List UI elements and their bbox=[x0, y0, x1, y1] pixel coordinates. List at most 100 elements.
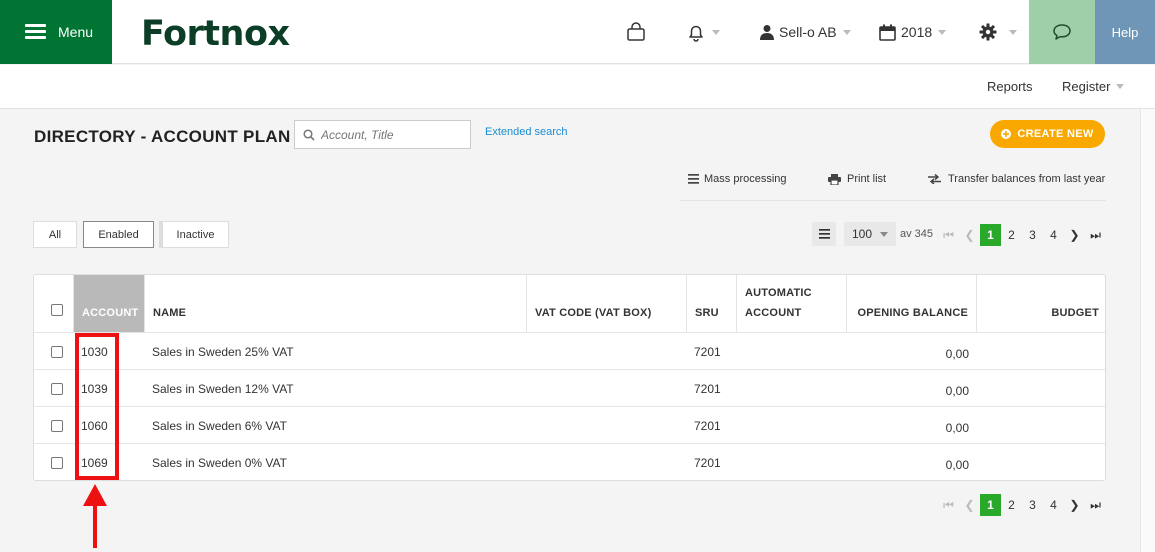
page-1-button[interactable]: 1 bbox=[980, 494, 1001, 516]
chevron-down-icon bbox=[880, 231, 889, 237]
header-name-label: NAME bbox=[153, 307, 187, 319]
company-name: Sell-o AB bbox=[779, 24, 837, 40]
next-page-icon[interactable]: ❯ bbox=[1064, 224, 1085, 246]
print-list-link[interactable]: Print list bbox=[828, 173, 886, 185]
help-button[interactable]: Help bbox=[1095, 0, 1155, 64]
header-vat-code-label: VAT CODE (VAT BOX) bbox=[535, 307, 652, 319]
shopping-bag-icon bbox=[627, 22, 645, 41]
header-account[interactable]: ACCOUNT bbox=[74, 275, 145, 332]
row-checkbox[interactable] bbox=[51, 457, 63, 469]
per-page-select[interactable]: 100 bbox=[844, 222, 896, 246]
sru-value: 7201 bbox=[694, 419, 721, 433]
print-list-label: Print list bbox=[847, 173, 887, 185]
chat-bubble-icon bbox=[1053, 24, 1071, 40]
header-automatic-label: AUTOMATIC bbox=[745, 287, 812, 299]
next-page-icon[interactable]: ❯ bbox=[1064, 494, 1085, 516]
opening-balance: 0,00 bbox=[945, 384, 969, 398]
shopping-bag-button[interactable] bbox=[626, 0, 646, 64]
page-2-button[interactable]: 2 bbox=[1001, 494, 1022, 516]
chat-button[interactable] bbox=[1029, 0, 1095, 64]
search-field[interactable] bbox=[294, 120, 471, 149]
list-icon bbox=[818, 229, 830, 239]
table-row[interactable]: 1030 Sales in Sweden 25% VAT 7201 0,00 bbox=[34, 332, 1105, 369]
transfer-balances-label: Transfer balances from last year bbox=[948, 173, 1106, 185]
account-name: Sales in Sweden 12% VAT bbox=[152, 382, 294, 396]
header-budget[interactable]: BUDGET bbox=[977, 275, 1105, 332]
list-view-button[interactable] bbox=[812, 222, 836, 246]
page-1-button[interactable]: 1 bbox=[980, 224, 1001, 246]
accounts-table: ACCOUNT NAME VAT CODE (VAT BOX) SRU AUTO… bbox=[33, 274, 1106, 481]
header-sru-label: SRU bbox=[695, 307, 719, 319]
last-page-icon[interactable]: ⏭ bbox=[1085, 494, 1106, 516]
create-new-button[interactable]: CREATE NEW bbox=[990, 120, 1105, 148]
total-count: av 345 bbox=[900, 228, 934, 240]
page-title: DIRECTORY - ACCOUNT PLAN bbox=[34, 127, 291, 146]
first-page-icon[interactable]: ⏮ bbox=[938, 224, 959, 246]
plus-icon bbox=[1001, 129, 1012, 139]
header-opening-balance-label: OPENING BALANCE bbox=[857, 307, 968, 319]
prev-page-icon[interactable]: ❮ bbox=[959, 224, 980, 246]
first-page-icon[interactable]: ⏮ bbox=[938, 494, 959, 516]
select-all-checkbox[interactable] bbox=[51, 304, 63, 316]
prev-page-icon[interactable]: ❮ bbox=[959, 494, 980, 516]
page-4-button[interactable]: 4 bbox=[1043, 494, 1064, 516]
company-selector[interactable]: Sell-o AB bbox=[760, 0, 851, 64]
extended-search-link[interactable]: Extended search bbox=[485, 126, 568, 138]
transfer-arrows-icon bbox=[928, 174, 941, 184]
transfer-balances-link[interactable]: Transfer balances from last year bbox=[928, 173, 1105, 185]
page-3-button[interactable]: 3 bbox=[1022, 494, 1043, 516]
user-icon bbox=[760, 25, 774, 40]
filter-inactive-button[interactable]: Inactive bbox=[159, 221, 229, 248]
header-automatic-account[interactable]: AUTOMATIC ACCOUNT bbox=[737, 275, 847, 332]
last-page-icon[interactable]: ⏭ bbox=[1085, 224, 1106, 246]
chevron-down-icon bbox=[1009, 29, 1017, 35]
secondary-nav: Reports Register bbox=[0, 65, 1155, 109]
vertical-scrollbar[interactable] bbox=[1140, 109, 1155, 552]
header-sru[interactable]: SRU bbox=[687, 275, 737, 332]
hamburger-icon bbox=[25, 24, 46, 40]
sru-value: 7201 bbox=[694, 456, 721, 470]
table-row[interactable]: 1039 Sales in Sweden 12% VAT 7201 0,00 bbox=[34, 369, 1105, 406]
row-checkbox[interactable] bbox=[51, 383, 63, 395]
chevron-down-icon bbox=[938, 29, 947, 35]
header-select-cell bbox=[34, 275, 74, 332]
bell-icon bbox=[689, 25, 703, 42]
filter-enabled-button[interactable]: Enabled bbox=[83, 221, 154, 248]
row-checkbox[interactable] bbox=[51, 420, 63, 432]
opening-balance: 0,00 bbox=[945, 347, 969, 361]
opening-balance: 0,00 bbox=[945, 421, 969, 435]
menu-label: Menu bbox=[58, 24, 94, 40]
year-selector[interactable]: 2018 bbox=[879, 0, 947, 64]
sru-value: 7201 bbox=[694, 382, 721, 396]
page-4-button[interactable]: 4 bbox=[1043, 224, 1064, 246]
per-page-value: 100 bbox=[852, 227, 873, 241]
row-checkbox[interactable] bbox=[51, 346, 63, 358]
nav-reports[interactable]: Reports bbox=[987, 79, 1033, 94]
opening-balance: 0,00 bbox=[945, 458, 969, 472]
arrow-shaft bbox=[93, 502, 97, 548]
header-opening-balance[interactable]: OPENING BALANCE bbox=[847, 275, 977, 332]
header-account-sub-label: ACCOUNT bbox=[745, 307, 802, 319]
create-new-label: CREATE NEW bbox=[1017, 128, 1094, 140]
account-name: Sales in Sweden 25% VAT bbox=[152, 345, 294, 359]
notifications-button[interactable] bbox=[686, 0, 720, 64]
table-row[interactable]: 1069 Sales in Sweden 0% VAT 7201 0,00 bbox=[34, 443, 1105, 480]
account-name: Sales in Sweden 6% VAT bbox=[152, 419, 287, 433]
chevron-down-icon bbox=[842, 29, 851, 35]
mass-processing-link[interactable]: Mass processing bbox=[688, 173, 787, 185]
nav-register[interactable]: Register bbox=[1062, 79, 1125, 94]
header-vat-code[interactable]: VAT CODE (VAT BOX) bbox=[527, 275, 687, 332]
header-name[interactable]: NAME bbox=[145, 275, 527, 332]
pagination-bottom: ⏮ ❮ 1 2 3 4 ❯ ⏭ bbox=[938, 494, 1106, 516]
page-2-button[interactable]: 2 bbox=[1001, 224, 1022, 246]
header-account-label: ACCOUNT bbox=[82, 307, 139, 319]
divider bbox=[680, 200, 1106, 201]
settings-button[interactable] bbox=[979, 0, 1017, 64]
page-3-button[interactable]: 3 bbox=[1022, 224, 1043, 246]
menu-button[interactable]: Menu bbox=[0, 0, 112, 64]
search-icon bbox=[303, 128, 315, 141]
fortnox-logo[interactable]: Fortnox bbox=[141, 14, 290, 54]
table-row[interactable]: 1060 Sales in Sweden 6% VAT 7201 0,00 bbox=[34, 406, 1105, 443]
search-input[interactable] bbox=[321, 127, 461, 142]
filter-all-button[interactable]: All bbox=[33, 221, 77, 248]
